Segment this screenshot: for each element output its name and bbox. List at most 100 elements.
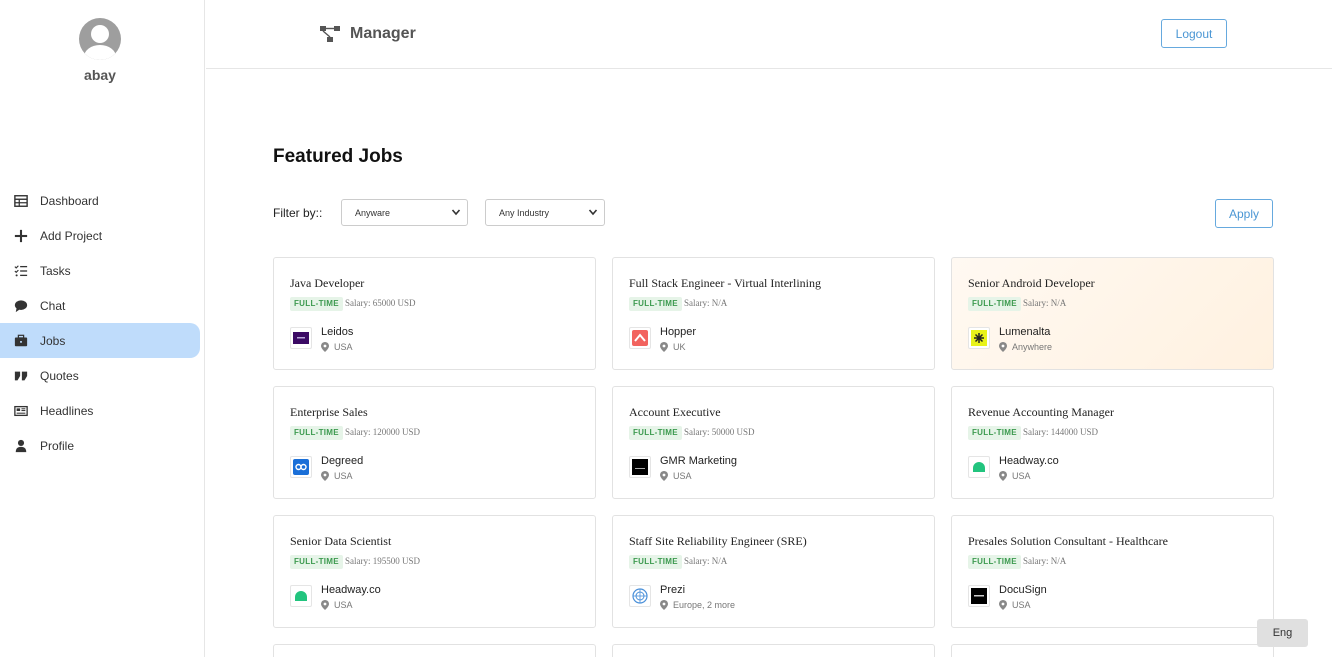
sidebar-nav: Dashboard Add Project Tasks Chat Jobs Qu… — [0, 183, 200, 463]
job-location-text: USA — [334, 342, 353, 352]
sidebar-item-quotes[interactable]: Quotes — [0, 358, 200, 393]
job-card[interactable]: Revenue Accounting Manager FULL-TIME Sal… — [951, 386, 1274, 499]
company-logo — [290, 585, 312, 607]
company-name: Degreed — [321, 455, 364, 467]
job-location-text: UK — [673, 342, 686, 352]
job-type-badge: FULL-TIME — [629, 297, 682, 311]
sidebar-item-tasks[interactable]: Tasks — [0, 253, 200, 288]
sidebar-item-jobs[interactable]: Jobs — [0, 323, 200, 358]
location-pin-icon — [660, 342, 668, 352]
job-title: Senior Android Developer — [968, 276, 1095, 290]
brand: Manager — [319, 25, 416, 43]
job-salary: Salary: 50000 USD — [684, 427, 755, 437]
job-location: USA — [321, 342, 353, 352]
job-location: USA — [999, 600, 1031, 610]
sidebar-item-label: Profile — [40, 438, 75, 453]
job-card[interactable]: Staff Site Reliability Engineer (SRE) FU… — [612, 515, 935, 628]
company-name: Headway.co — [999, 455, 1059, 467]
job-location: USA — [321, 600, 353, 610]
company-name: Leidos — [321, 326, 354, 338]
sidebar-item-chat[interactable]: Chat — [0, 288, 200, 323]
job-type-badge: FULL-TIME — [968, 426, 1021, 440]
sidebar-item-label: Jobs — [40, 333, 66, 348]
company-name: Hopper — [660, 326, 697, 338]
username: abay — [84, 67, 116, 83]
chevron-down-icon — [451, 209, 461, 216]
industry-filter-value: Any Industry — [499, 207, 550, 218]
location-pin-icon — [999, 342, 1007, 352]
job-type-badge: FULL-TIME — [629, 555, 682, 569]
job-salary: Salary: N/A — [1023, 556, 1067, 566]
job-location-text: USA — [1012, 471, 1031, 481]
job-location: USA — [999, 471, 1031, 481]
plus-icon — [13, 228, 28, 243]
job-title: Java Developer — [290, 276, 365, 290]
sidebar-item-headlines[interactable]: Headlines — [0, 393, 200, 428]
sidebar-item-label: Chat — [40, 298, 66, 313]
job-title: Presales Solution Consultant - Healthcar… — [968, 534, 1168, 548]
job-card[interactable]: Presales Solution Consultant - Healthcar… — [951, 515, 1274, 628]
company-name: Headway.co — [321, 584, 381, 596]
job-location: USA — [660, 471, 692, 481]
job-card[interactable]: Java Developer FULL-TIME Salary: 65000 U… — [273, 257, 596, 370]
briefcase-icon — [13, 333, 28, 348]
job-location: UK — [660, 342, 686, 352]
app-title: Manager — [350, 25, 416, 42]
company-logo — [290, 456, 312, 478]
job-type-badge: FULL-TIME — [290, 555, 343, 569]
job-salary: Salary: 120000 USD — [345, 427, 420, 437]
job-salary: Salary: N/A — [684, 556, 728, 566]
company-logo — [629, 456, 651, 478]
page-title: Featured Jobs — [273, 146, 403, 167]
sidebar: abay Dashboard Add Project Tasks Chat Jo… — [0, 0, 205, 657]
job-location-text: Europe, 2 more — [673, 600, 736, 610]
sidebar-item-add-project[interactable]: Add Project — [0, 218, 200, 253]
chat-icon — [13, 298, 28, 313]
job-card[interactable]: Enterprise Sales FULL-TIME Salary: 12000… — [273, 386, 596, 499]
company-logo — [968, 456, 990, 478]
job-salary: Salary: N/A — [684, 298, 728, 308]
industry-filter-select[interactable]: Any Industry — [485, 199, 605, 226]
job-title: Senior Data Scientist — [290, 534, 392, 548]
company-name: Prezi — [660, 584, 686, 596]
job-location: Europe, 2 more — [660, 600, 735, 610]
job-title: Account Executive — [629, 405, 721, 419]
job-type-badge: FULL-TIME — [290, 297, 343, 311]
filter-label: Filter by:: — [273, 206, 323, 220]
sidebar-item-label: Quotes — [40, 368, 79, 383]
user-icon — [13, 438, 28, 453]
job-card[interactable]: Senior Data Scientist FULL-TIME Salary: … — [273, 515, 596, 628]
job-location-text: USA — [673, 471, 692, 481]
location-filter-value: Anyware — [355, 207, 391, 218]
sidebar-item-profile[interactable]: Profile — [0, 428, 200, 463]
job-salary: Salary: 65000 USD — [345, 298, 416, 308]
sidebar-item-label: Dashboard — [40, 193, 99, 208]
job-card[interactable]: Senior Android Developer FULL-TIME Salar… — [951, 257, 1274, 370]
avatar[interactable] — [79, 18, 121, 60]
company-logo — [629, 327, 651, 349]
job-title: Full Stack Engineer - Virtual Interlinin… — [629, 276, 822, 290]
sidebar-item-label: Headlines — [40, 403, 94, 418]
language-button[interactable]: Eng — [1257, 619, 1308, 647]
job-card[interactable] — [273, 644, 596, 657]
job-location-text: USA — [334, 471, 353, 481]
job-card[interactable] — [612, 644, 935, 657]
job-card[interactable]: Account Executive FULL-TIME Salary: 5000… — [612, 386, 935, 499]
location-pin-icon — [321, 342, 329, 352]
location-pin-icon — [321, 471, 329, 481]
logout-button[interactable]: Logout — [1161, 19, 1227, 48]
sidebar-item-dashboard[interactable]: Dashboard — [0, 183, 200, 218]
job-salary: Salary: 144000 USD — [1023, 427, 1098, 437]
job-location: USA — [321, 471, 353, 481]
location-filter-select[interactable]: Anyware — [341, 199, 468, 226]
company-logo — [968, 585, 990, 607]
location-pin-icon — [660, 471, 668, 481]
job-type-badge: FULL-TIME — [290, 426, 343, 440]
job-card[interactable]: Full Stack Engineer - Virtual Interlinin… — [612, 257, 935, 370]
job-title: Revenue Accounting Manager — [968, 405, 1114, 419]
job-card[interactable] — [951, 644, 1274, 657]
job-title: Enterprise Sales — [290, 405, 368, 419]
apply-filter-button[interactable]: Apply — [1215, 199, 1273, 228]
job-salary: Salary: 195500 USD — [345, 556, 420, 566]
job-type-badge: FULL-TIME — [629, 426, 682, 440]
